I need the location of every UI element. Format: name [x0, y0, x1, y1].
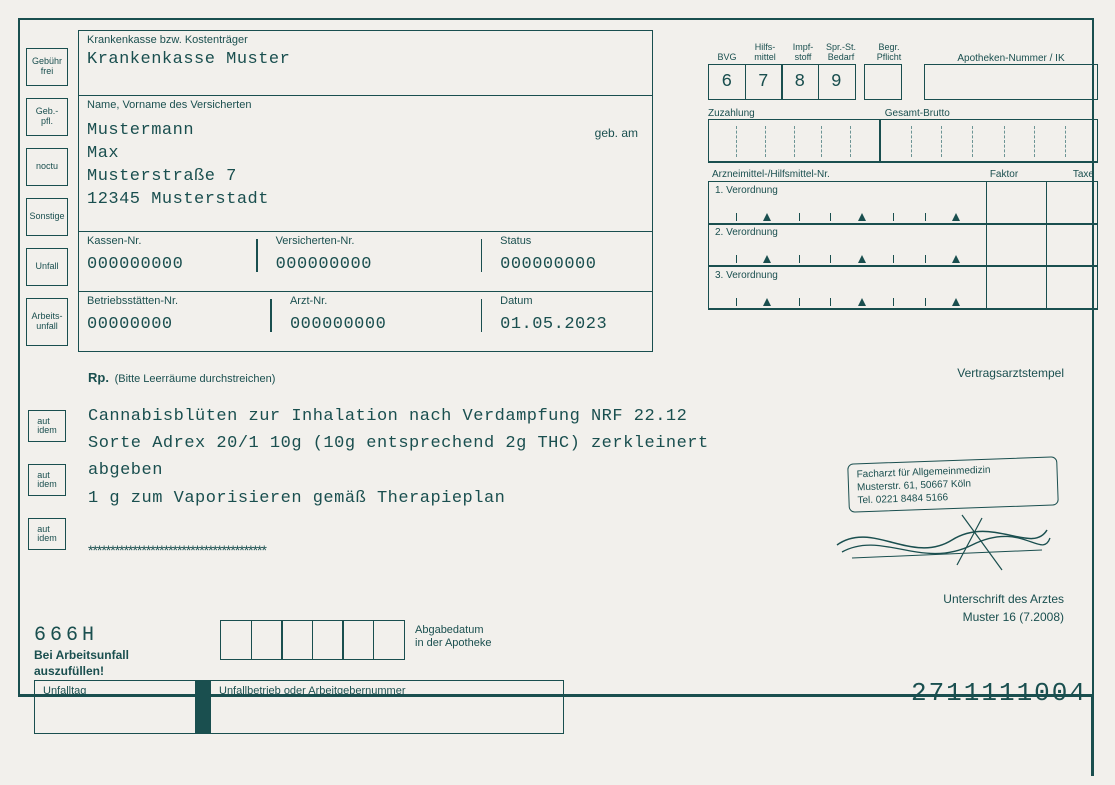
medheader-taxe: Taxe	[1039, 169, 1094, 180]
abgabe-box-6[interactable]	[373, 620, 405, 660]
arzt-nr-label: Arzt-Nr.	[290, 295, 463, 307]
med-row-3[interactable]: 3. Verordnung	[708, 266, 1098, 310]
kassen-nr: 000000000	[87, 255, 238, 274]
aut-idem-column: aut idem aut idem aut idem	[28, 410, 74, 572]
patient-label: Name, Vorname des Versicherten	[87, 99, 644, 111]
med-row-3-label: 3. Verordnung	[715, 270, 778, 281]
patient-street: Musterstraße 7	[87, 167, 644, 186]
rp-line-3: 1 g zum Vaporisieren gemäß Therapieplan	[88, 485, 788, 512]
insurer-box: Krankenkasse bzw. Kostenträger Krankenka…	[78, 30, 653, 96]
versicherten-nr: 000000000	[276, 255, 463, 274]
checkbox-geb-pfl[interactable]: Geb.- pfl.	[26, 98, 68, 136]
code-begr[interactable]	[864, 64, 902, 100]
med-row-2-label: 2. Verordnung	[715, 227, 778, 238]
footer-note-2: auszufüllen!	[34, 664, 104, 678]
pharmacy-block: BVG Hilfs- mittel Impf- stoff Spr.-St. B…	[708, 40, 1098, 310]
signature-icon	[832, 510, 1052, 580]
betrieb-nr-label: Betriebsstätten-Nr.	[87, 295, 252, 307]
checkbox-arbeitsunfall[interactable]: Arbeits- unfall	[26, 298, 68, 346]
serial-number: 2711111004	[911, 678, 1087, 708]
dob-label: geb. am	[595, 126, 638, 140]
signature-label: Unterschrift des Arztes	[943, 592, 1064, 606]
checkbox-sonstige[interactable]: Sonstige	[26, 198, 68, 236]
code-bvg[interactable]: 6	[708, 64, 746, 100]
aut-idem-2[interactable]: aut idem	[28, 464, 66, 496]
aut-idem-3[interactable]: aut idem	[28, 518, 66, 550]
unfallbetrieb-label[interactable]: Unfallbetrieb oder Arbeitgebernummer	[211, 681, 563, 733]
med-row-1[interactable]: 1. Verordnung	[708, 181, 1098, 225]
ids-row-2: Betriebsstätten-Nr. 00000000 Arzt-Nr. 00…	[78, 292, 653, 352]
doctor-stamp: Facharzt für Allgemeinmedizin Musterstr.…	[847, 456, 1059, 512]
abgabe-box-3[interactable]	[281, 620, 313, 660]
ids-row-1: Kassen-Nr. 000000000 Versicherten-Nr. 00…	[78, 232, 653, 292]
rp-prefix: Rp.	[88, 370, 109, 385]
kassen-nr-label: Kassen-Nr.	[87, 235, 238, 247]
footer-code: 666H	[34, 624, 98, 647]
abgabedatum-strip: Abgabedatum in der Apotheke	[220, 620, 491, 660]
abgabe-box-4[interactable]	[312, 620, 344, 660]
checkbox-unfall[interactable]: Unfall	[26, 248, 68, 286]
apotheke-box[interactable]	[924, 64, 1098, 100]
med-row-2[interactable]: 2. Verordnung	[708, 223, 1098, 267]
arzt-nr: 000000000	[290, 315, 463, 334]
rp-strike: ****************************************	[88, 542, 788, 558]
footer-note-1: Bei Arbeitsunfall	[34, 648, 129, 662]
patient-surname: Mustermann	[87, 121, 644, 140]
status-value: 000000000	[500, 255, 644, 274]
form-version: Muster 16 (7.2008)	[963, 610, 1064, 624]
rp-line-2: Sorte Adrex 20/1 10g (10g entsprechend 2…	[88, 430, 788, 484]
patient-data-block: Krankenkasse bzw. Kostenträger Krankenka…	[78, 30, 653, 352]
zuzahlung-label: Zuzahlung	[708, 108, 880, 119]
aut-idem-1[interactable]: aut idem	[28, 410, 66, 442]
stamp-label: Vertragsarztstempel	[957, 366, 1064, 380]
checkbox-gebuehr-frei[interactable]: Gebühr frei	[26, 48, 68, 86]
unfalltag-label[interactable]: Unfalltag	[35, 681, 195, 733]
status-checkbox-column: Gebühr frei Geb.- pfl. noctu Sonstige Un…	[26, 48, 72, 358]
betrieb-nr: 00000000	[87, 315, 252, 334]
prescription-form: Gebühr frei Geb.- pfl. noctu Sonstige Un…	[18, 18, 1094, 696]
medheader-arznei: Arzneimittel-/Hilfsmittel-Nr.	[712, 169, 969, 180]
med-row-1-label: 1. Verordnung	[715, 185, 778, 196]
insurer-label: Krankenkasse bzw. Kostenträger	[87, 34, 644, 46]
brutto-label: Gesamt-Brutto	[879, 108, 1098, 119]
brutto-box[interactable]	[879, 119, 1098, 163]
checkbox-noctu[interactable]: noctu	[26, 148, 68, 186]
code-header-hilfsmittel: Hilfs- mittel	[746, 40, 784, 64]
patient-box: Name, Vorname des Versicherten Musterman…	[78, 96, 653, 232]
patient-firstname: Max	[87, 144, 644, 163]
code-header-impfstoff: Impf- stoff	[784, 40, 822, 64]
patient-city: 12345 Musterstadt	[87, 190, 644, 209]
abgabe-box-5[interactable]	[342, 620, 374, 660]
datum-label: Datum	[500, 295, 644, 307]
abgabedatum-label: Abgabedatum in der Apotheke	[415, 620, 491, 650]
code-header-bvg: BVG	[708, 40, 746, 64]
zuzahlung-box[interactable]	[708, 119, 880, 163]
medheader-faktor: Faktor	[969, 169, 1039, 180]
unfall-box: Unfalltag Unfallbetrieb oder Arbeitgeber…	[34, 680, 564, 734]
abgabe-box-2[interactable]	[251, 620, 283, 660]
insurer-value: Krankenkasse Muster	[87, 50, 644, 69]
rp-section: Rp. (Bitte Leerräume durchstreichen) Can…	[88, 370, 788, 558]
code-hilfsmittel[interactable]: 7	[745, 64, 783, 100]
abgabe-box-1[interactable]	[220, 620, 252, 660]
rp-line-1: Cannabisblüten zur Inhalation nach Verda…	[88, 403, 788, 430]
versicherten-nr-label: Versicherten-Nr.	[276, 235, 463, 247]
code-sprst[interactable]: 9	[818, 64, 856, 100]
code-header-begr: Begr. Pflicht	[870, 40, 908, 64]
rp-hint: (Bitte Leerräume durchstreichen)	[115, 373, 276, 385]
code-header-sprst: Spr.-St. Bedarf	[822, 40, 860, 64]
code-impfstoff[interactable]: 8	[781, 64, 819, 100]
apotheke-label: Apotheken-Nummer / IK	[924, 53, 1098, 64]
datum-value: 01.05.2023	[500, 315, 644, 334]
status-label: Status	[500, 235, 644, 247]
